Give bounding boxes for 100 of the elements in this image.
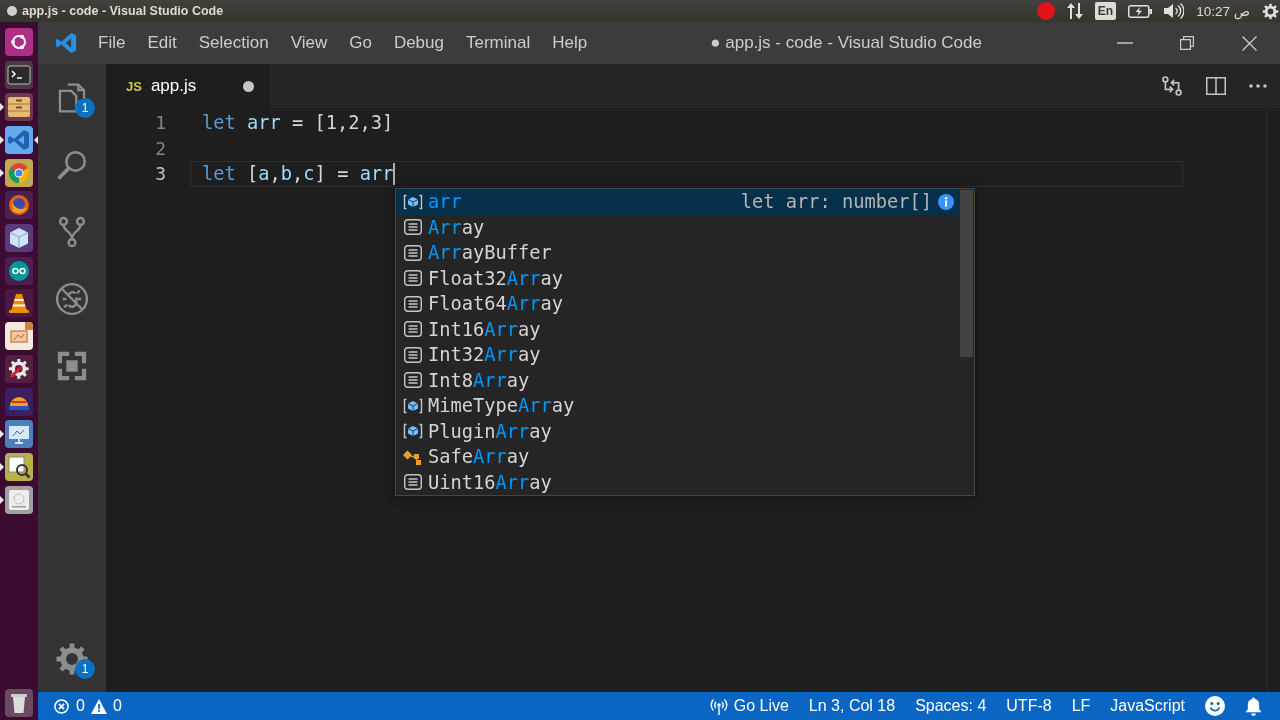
terminal-icon[interactable] — [5, 60, 33, 89]
lines-box-icon — [404, 474, 422, 491]
panel-window-title: app.js - code - Visual Studio Code — [22, 4, 224, 18]
bracketed-cube-icon — [403, 397, 423, 414]
lines-box-icon — [404, 295, 422, 312]
speaker-icon[interactable] — [1164, 3, 1185, 19]
menu-item[interactable]: Edit — [136, 22, 188, 64]
menu-item[interactable]: Help — [541, 22, 599, 64]
circle-logo-icon[interactable] — [5, 27, 33, 56]
restore-icon[interactable] — [1180, 36, 1194, 50]
compare-icon[interactable] — [1161, 75, 1183, 97]
suggestion-label: Float64Array — [428, 293, 564, 315]
scrollbar-thumb[interactable] — [960, 190, 973, 357]
go-live-button[interactable]: Go Live — [709, 697, 789, 715]
suggestion-item[interactable]: Array — [396, 214, 974, 240]
code-line: let arr = [1,2,3] — [202, 111, 394, 135]
no-bug-icon[interactable] — [55, 281, 89, 316]
line-number: 3 — [154, 162, 166, 186]
infinity-icon[interactable] — [5, 256, 33, 285]
status-item[interactable]: UTF-8 — [1006, 697, 1052, 715]
editor-tab[interactable]: JS app.js — [106, 64, 270, 108]
monitor-icon[interactable] — [5, 420, 33, 449]
dome-icon[interactable] — [5, 387, 33, 416]
count-badge: 1 — [75, 97, 95, 118]
suggestion-label: Int16Array — [428, 318, 541, 340]
count-badge: 1 — [75, 658, 95, 679]
gear-wrench-icon[interactable] — [5, 354, 33, 383]
editor-logo-icon — [55, 32, 77, 54]
suggestion-item[interactable]: Float32Array — [396, 265, 974, 291]
suggestion-item[interactable]: Float64Array — [396, 291, 974, 317]
lines-box-icon — [404, 321, 422, 338]
suggestion-label: MimeTypeArray — [428, 395, 575, 417]
broadcast-icon — [709, 697, 728, 715]
text-cursor — [393, 162, 396, 185]
suggestion-label: SafeArray — [428, 446, 530, 468]
suggestion-item[interactable]: ArrayBuffer — [396, 240, 974, 266]
suggestion-label: PluginArray — [428, 420, 552, 442]
clock-text[interactable]: ص 10:27 — [1196, 3, 1250, 19]
globe-icon[interactable] — [5, 191, 33, 220]
status-item[interactable]: LF — [1071, 697, 1091, 715]
menu-item[interactable]: View — [279, 22, 339, 64]
menu-item[interactable]: Go — [338, 22, 383, 64]
info-icon[interactable] — [938, 193, 954, 210]
presentation-icon[interactable] — [5, 322, 33, 351]
close-icon[interactable] — [1241, 35, 1257, 51]
code-line: let [a,b,c] = arr — [202, 162, 394, 186]
split-editor-icon[interactable] — [1206, 77, 1226, 95]
bracketed-cube-icon — [403, 423, 423, 440]
cube-icon[interactable] — [5, 224, 33, 253]
menu-item[interactable]: File — [87, 22, 137, 64]
suggestion-item[interactable]: PluginArray — [396, 418, 974, 444]
menu-item[interactable]: Debug — [382, 22, 455, 64]
suggestion-label: Uint16Array — [428, 471, 552, 493]
line-number: 2 — [154, 136, 166, 161]
file-cabinet-icon[interactable] — [5, 93, 33, 122]
up-down-arrows-icon[interactable] — [1066, 3, 1083, 19]
window-dot-icon[interactable] — [7, 6, 17, 16]
warning-count[interactable]: 0 — [112, 697, 122, 715]
suggestion-item[interactable]: MimeTypeArray — [396, 393, 974, 419]
more-icon[interactable] — [1249, 84, 1267, 88]
suggestion-item[interactable]: SafeArray — [396, 444, 974, 470]
window-title: ● app.js - code - Visual Studio Code — [710, 33, 982, 53]
suggestion-item[interactable]: Uint16Array — [396, 469, 974, 495]
lines-box-icon — [404, 219, 422, 236]
suggestion-label: ArrayBuffer — [428, 242, 552, 264]
suggestion-detail: let arr: number[] — [740, 191, 932, 213]
status-item[interactable]: JavaScript — [1110, 697, 1185, 715]
file-type-label: JS — [126, 78, 142, 94]
suggestion-item[interactable]: Int32Array — [396, 342, 974, 368]
status-item[interactable]: Spaces: 4 — [915, 697, 987, 715]
power-gear-icon[interactable] — [1262, 2, 1279, 20]
lines-box-icon — [404, 372, 422, 389]
suggestion-label: Int32Array — [428, 344, 541, 366]
menu-item[interactable]: Terminal — [455, 22, 542, 64]
bell-icon[interactable] — [1245, 696, 1262, 716]
record-dot-icon[interactable] — [1036, 2, 1055, 20]
browser-icon[interactable] — [5, 158, 33, 187]
smiley-icon[interactable] — [1205, 696, 1225, 716]
suggestion-label: arr — [428, 191, 462, 213]
suggestion-label: Int8Array — [428, 369, 530, 391]
suggestion-item[interactable]: Int16Array — [396, 316, 974, 342]
lines-box-icon — [404, 244, 422, 261]
shapes-icon — [403, 448, 423, 465]
menu-item[interactable]: Selection — [187, 22, 280, 64]
trash-icon[interactable] — [5, 688, 33, 717]
warning-icon — [90, 698, 107, 714]
drive-icon[interactable] — [5, 485, 33, 514]
suggestion-item[interactable]: Int8Array — [396, 367, 974, 393]
suggestion-item[interactable]: arr let arr: number[] — [396, 189, 974, 215]
suggestion-label: Array — [428, 216, 485, 238]
keyboard-layout-indicator[interactable]: En — [1094, 2, 1117, 20]
bracketed-cube-icon — [403, 193, 423, 210]
traffic-cone-icon[interactable] — [5, 289, 33, 318]
error-count[interactable]: 0 — [76, 697, 85, 715]
status-item[interactable]: Ln 3, Col 18 — [808, 697, 896, 715]
image-search-icon[interactable] — [5, 452, 33, 481]
suggestion-label: Float32Array — [428, 267, 564, 289]
line-number: 1 — [154, 111, 166, 135]
battery-icon[interactable] — [1128, 4, 1153, 18]
lines-box-icon — [404, 270, 422, 287]
